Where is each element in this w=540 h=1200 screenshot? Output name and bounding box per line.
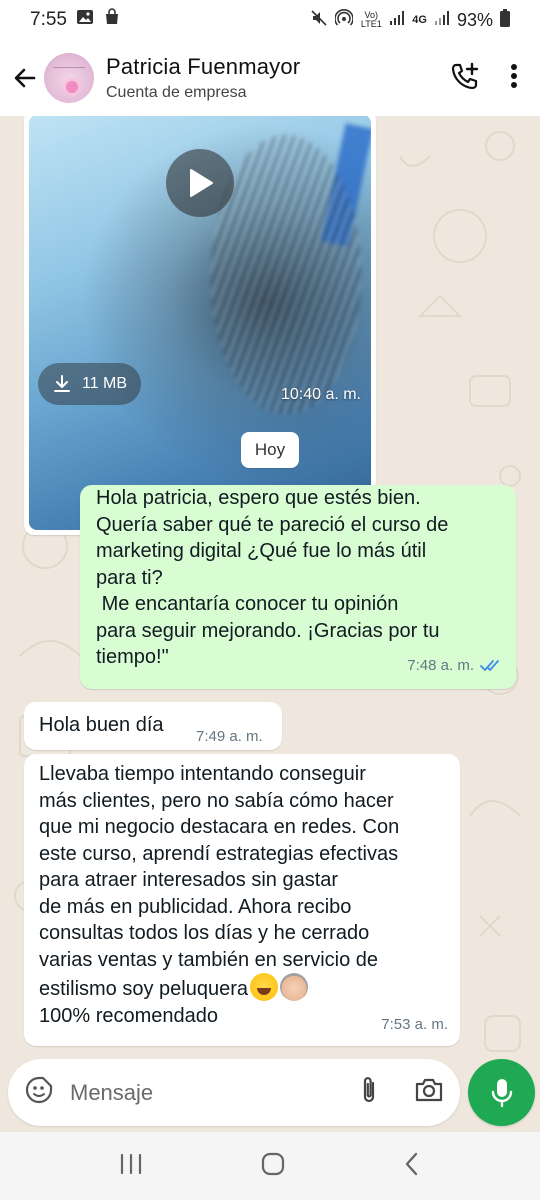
volte-icon: Vo) LTE1 <box>360 11 382 29</box>
video-message[interactable]: 11 MB 10:40 a. m. <box>24 116 376 535</box>
message-composer <box>8 1059 460 1126</box>
hairdresser-emoji-icon <box>280 973 308 1001</box>
message-time: 7:48 a. m. <box>407 656 474 674</box>
download-button[interactable]: 11 MB <box>38 363 142 405</box>
microphone-icon <box>491 1078 512 1107</box>
add-call-button[interactable] <box>450 61 480 96</box>
message-input[interactable] <box>70 1072 358 1113</box>
hotspot-icon <box>334 8 355 32</box>
message-text: Hola patricia, espero que estés bien. Qu… <box>96 487 449 668</box>
contact-name: Patricia Fuenmayor <box>106 54 301 79</box>
back-arrow-icon <box>14 68 36 88</box>
battery-percent: 93% <box>456 9 493 30</box>
camera-button[interactable] <box>414 1077 444 1108</box>
network-type: 4G <box>412 14 427 26</box>
play-icon <box>190 169 213 197</box>
chat-area[interactable]: 11 MB 10:40 a. m. Hoy Hola patricia, esp… <box>0 116 540 1132</box>
system-navigation-bar <box>0 1132 540 1200</box>
contact-info[interactable]: Patricia Fuenmayor Cuenta de empresa <box>106 54 300 102</box>
incoming-message[interactable]: Hola buen día 7:49 a. m. <box>24 702 282 750</box>
message-text-tail: 100% recomendado <box>39 1004 219 1027</box>
shopping-bag-icon <box>103 8 121 32</box>
chevron-left-icon <box>405 1152 418 1175</box>
download-icon <box>54 375 70 392</box>
video-thumbnail[interactable]: 11 MB 10:40 a. m. <box>29 116 371 530</box>
status-bar: 7:55 Vo) LTE1 4G 93% <box>0 0 540 40</box>
volte-label: Vo) LTE1 <box>360 10 382 29</box>
video-timestamp: 10:40 a. m. <box>280 386 361 403</box>
status-time: 7:55 <box>30 9 67 30</box>
back-button[interactable] <box>6 59 44 97</box>
message-text: Hola buen día <box>39 714 164 736</box>
outgoing-message[interactable]: Hola patricia, espero que estés bien. Qu… <box>80 485 516 689</box>
home-icon <box>261 1152 285 1175</box>
chat-header: Patricia Fuenmayor Cuenta de empresa <box>0 40 540 116</box>
more-vertical-icon <box>511 63 517 88</box>
contact-subtitle: Cuenta de empresa <box>106 84 247 101</box>
recent-apps-button[interactable] <box>118 1152 144 1181</box>
add-call-icon <box>451 62 479 89</box>
avatar[interactable] <box>44 53 94 103</box>
voice-message-button[interactable] <box>468 1059 535 1126</box>
message-time: 7:49 a. m. <box>196 728 263 745</box>
avatar-logo-flower <box>66 81 78 93</box>
avatar-logo-script <box>53 67 85 75</box>
attach-button[interactable] <box>358 1075 380 1110</box>
emoji-sticker-button[interactable] <box>24 1075 54 1110</box>
message-text-block: Llevaba tiempo intentando conseguir más … <box>39 761 454 1029</box>
laughing-emoji-icon <box>250 973 278 1001</box>
more-options-button[interactable] <box>510 63 518 94</box>
message-time: 7:53 a. m. <box>381 1015 448 1033</box>
message-meta: 7:48 a. m. <box>407 653 502 680</box>
incoming-message[interactable]: Llevaba tiempo intentando conseguir más … <box>24 754 460 1046</box>
play-button[interactable] <box>166 149 234 217</box>
battery-icon <box>500 8 510 32</box>
read-ticks-icon <box>480 659 499 671</box>
signal-icon <box>389 10 405 31</box>
paperclip-icon <box>363 1077 375 1103</box>
sticker-icon <box>25 1076 53 1104</box>
mute-icon <box>310 9 328 32</box>
back-nav-button[interactable] <box>402 1151 422 1182</box>
video-size: 11 MB <box>82 375 128 392</box>
signal-icon-2 <box>434 10 450 31</box>
home-button[interactable] <box>260 1151 286 1182</box>
day-separator: Hoy <box>241 432 299 468</box>
gallery-icon <box>76 8 94 32</box>
recent-apps-icon <box>120 1153 142 1174</box>
message-text: Llevaba tiempo intentando conseguir más … <box>39 763 400 1000</box>
camera-icon <box>415 1078 443 1102</box>
